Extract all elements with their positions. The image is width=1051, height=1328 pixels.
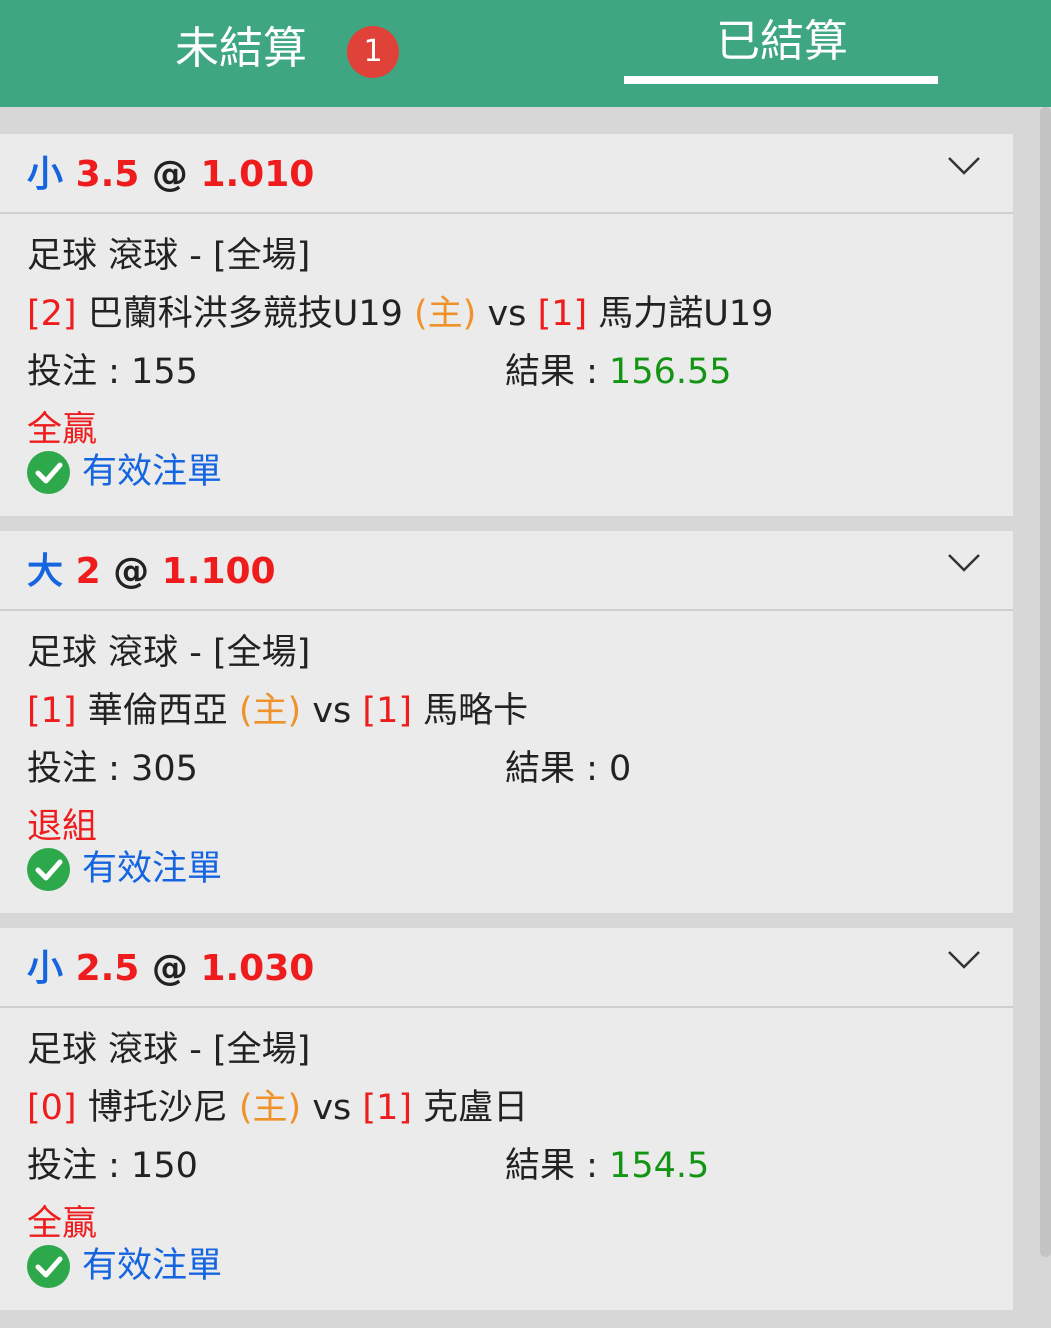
home-score: [1] bbox=[27, 691, 77, 731]
result-value: 0 bbox=[609, 749, 632, 789]
unsettled-count-badge: 1 bbox=[347, 26, 399, 78]
result-label: 結果 : bbox=[505, 1146, 610, 1186]
bet-odds: 1.100 bbox=[161, 551, 276, 592]
at-symbol: @ bbox=[113, 551, 150, 592]
away-team: 馬略卡 bbox=[423, 691, 529, 731]
bet-card-header[interactable]: 小 3.5 @ 1.010 bbox=[0, 134, 1013, 214]
home-team: 華倫西亞 bbox=[87, 691, 228, 731]
stake-label: 投注 : bbox=[27, 749, 132, 789]
check-circle-icon bbox=[27, 1244, 70, 1288]
bet-line-value: 2 bbox=[75, 551, 101, 592]
bet-card-body: 足球 滾球 - [全場] [2] 巴蘭科洪多競技U19 (主) vs [1] 馬… bbox=[0, 214, 1013, 516]
result-label: 結果 : bbox=[505, 352, 610, 392]
sport-market: 足球 滾球 - [全場] bbox=[27, 236, 311, 276]
home-marker: (主) bbox=[238, 691, 302, 731]
home-score: [2] bbox=[27, 294, 77, 334]
bet-selection: 大 2 @ 1.100 bbox=[27, 549, 276, 595]
stake-label: 投注 : bbox=[27, 1146, 132, 1186]
status-text: 有效注單 bbox=[82, 1246, 223, 1286]
away-team: 馬力諾U19 bbox=[598, 294, 774, 334]
bet-card-header[interactable]: 大 2 @ 1.100 bbox=[0, 531, 1013, 611]
stake-value: 305 bbox=[131, 749, 198, 789]
chevron-down-icon[interactable] bbox=[947, 154, 981, 178]
bet-card: 大 2 @ 1.100 足球 滾球 - [全場] [1] 華倫西亞 (主) vs… bbox=[0, 531, 1013, 913]
stake-line: 投注 : 305 bbox=[27, 747, 198, 791]
stake-value: 150 bbox=[131, 1146, 198, 1186]
at-symbol: @ bbox=[151, 948, 188, 989]
scrollbar[interactable] bbox=[1040, 107, 1051, 1257]
bet-line-value: 3.5 bbox=[75, 154, 140, 195]
bet-selection: 小 2.5 @ 1.030 bbox=[27, 946, 314, 992]
bet-outcome: 全贏 bbox=[27, 410, 98, 450]
tab-settled[interactable]: 已結算 bbox=[716, 0, 848, 107]
bet-card-body: 足球 滾球 - [全場] [1] 華倫西亞 (主) vs [1] 馬略卡 投注 … bbox=[0, 611, 1013, 913]
vs-label: vs bbox=[487, 294, 527, 334]
result-line: 結果 : 0 bbox=[505, 747, 631, 791]
result-value: 154.5 bbox=[609, 1146, 710, 1186]
bet-card-body: 足球 滾球 - [全場] [0] 博托沙尼 (主) vs [1] 克盧日 投注 … bbox=[0, 1008, 1013, 1310]
bet-line-value: 2.5 bbox=[75, 948, 140, 989]
home-marker: (主) bbox=[414, 294, 477, 334]
result-line: 結果 : 156.55 bbox=[505, 350, 732, 394]
bet-odds: 1.030 bbox=[200, 948, 315, 989]
tab-bar: 未結算 1 已結算 bbox=[0, 0, 1051, 107]
active-tab-indicator bbox=[624, 76, 938, 84]
away-score: [1] bbox=[537, 294, 588, 334]
home-score: [0] bbox=[27, 1088, 77, 1128]
check-circle-icon bbox=[27, 847, 70, 891]
vs-label: vs bbox=[312, 691, 352, 731]
away-score: [1] bbox=[362, 1088, 412, 1128]
stake-line: 投注 : 150 bbox=[27, 1144, 198, 1188]
status-line: 有效注單 bbox=[27, 847, 222, 891]
home-team: 博托沙尼 bbox=[87, 1088, 228, 1128]
status-line: 有效注單 bbox=[27, 1244, 222, 1288]
bet-card: 小 2.5 @ 1.030 足球 滾球 - [全場] [0] 博托沙尼 (主) … bbox=[0, 928, 1013, 1310]
status-text: 有效注單 bbox=[82, 849, 223, 889]
vs-label: vs bbox=[312, 1088, 352, 1128]
chevron-down-icon[interactable] bbox=[947, 948, 981, 972]
bet-pick: 小 bbox=[27, 948, 64, 989]
result-label: 結果 : bbox=[505, 749, 610, 789]
at-symbol: @ bbox=[151, 154, 188, 195]
status-text: 有效注單 bbox=[82, 452, 223, 492]
status-line: 有效注單 bbox=[27, 450, 222, 494]
away-team: 克盧日 bbox=[423, 1088, 529, 1128]
match-line: [0] 博托沙尼 (主) vs [1] 克盧日 bbox=[27, 1086, 528, 1130]
tab-unsettled[interactable]: 未結算 bbox=[175, 0, 307, 107]
bet-outcome: 退組 bbox=[27, 807, 98, 847]
bet-selection: 小 3.5 @ 1.010 bbox=[27, 152, 314, 198]
away-score: [1] bbox=[362, 691, 412, 731]
result-value: 156.55 bbox=[609, 352, 732, 392]
bet-odds: 1.010 bbox=[200, 154, 315, 195]
chevron-down-icon[interactable] bbox=[947, 551, 981, 575]
home-team: 巴蘭科洪多競技U19 bbox=[87, 294, 403, 334]
stake-value: 155 bbox=[131, 352, 198, 392]
bet-card: 小 3.5 @ 1.010 足球 滾球 - [全場] [2] 巴蘭科洪多競技U1… bbox=[0, 134, 1013, 516]
stake-line: 投注 : 155 bbox=[27, 350, 198, 394]
bet-pick: 大 bbox=[27, 551, 64, 592]
sport-market: 足球 滾球 - [全場] bbox=[27, 1030, 311, 1070]
home-marker: (主) bbox=[238, 1088, 302, 1128]
match-line: [2] 巴蘭科洪多競技U19 (主) vs [1] 馬力諾U19 bbox=[27, 292, 773, 336]
bet-list: 小 3.5 @ 1.010 足球 滾球 - [全場] [2] 巴蘭科洪多競技U1… bbox=[0, 107, 1051, 1328]
bet-card-header[interactable]: 小 2.5 @ 1.030 bbox=[0, 928, 1013, 1008]
sport-market: 足球 滾球 - [全場] bbox=[27, 633, 311, 673]
check-circle-icon bbox=[27, 450, 70, 494]
stake-label: 投注 : bbox=[27, 352, 132, 392]
bet-outcome: 全贏 bbox=[27, 1204, 98, 1244]
match-line: [1] 華倫西亞 (主) vs [1] 馬略卡 bbox=[27, 689, 528, 733]
result-line: 結果 : 154.5 bbox=[505, 1144, 709, 1188]
bet-pick: 小 bbox=[27, 154, 64, 195]
